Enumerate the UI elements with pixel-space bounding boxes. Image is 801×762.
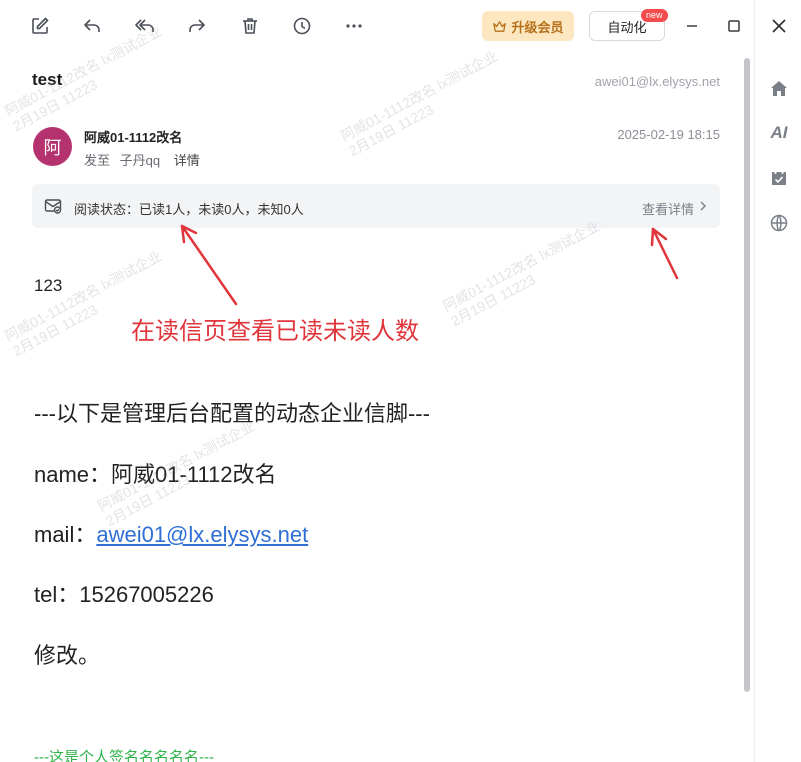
ai-label: AI — [770, 123, 788, 142]
arrowhead-view-details — [650, 227, 668, 247]
minimize-icon[interactable] — [680, 14, 704, 38]
upgrade-label: 升级会员 — [511, 19, 564, 35]
annotation-text: 在读信页查看已读未读人数 — [131, 317, 419, 345]
edit-icon[interactable] — [28, 14, 52, 38]
email-date: 2025-02-19 18:15 — [617, 127, 720, 142]
arrow-to-read-status — [180, 224, 238, 306]
mail-label: mail： — [34, 522, 97, 547]
read-receipt-icon — [44, 197, 62, 215]
scrollbar[interactable] — [744, 58, 750, 692]
recipient-name[interactable]: 子丹qq — [120, 153, 160, 168]
recipients-line: 发至 子丹qq 详情 — [84, 150, 200, 169]
chevron-right-icon[interactable] — [698, 199, 708, 213]
avatar-initial: 阿 — [43, 137, 62, 158]
arrow-to-view-details — [651, 227, 679, 280]
signature-name: name：阿威01-1112改名 — [34, 457, 277, 489]
tel-label: tel： — [34, 582, 80, 607]
reply-all-icon[interactable] — [133, 14, 157, 38]
globe-icon[interactable] — [768, 212, 790, 234]
clock-icon[interactable] — [290, 14, 314, 38]
watermark: 阿威01-1112改名 lx测试企业 2月19日 11223 — [2, 22, 165, 135]
ai-icon[interactable]: AI — [768, 122, 790, 144]
maximize-icon[interactable] — [722, 14, 746, 38]
arrowhead-read-status — [180, 224, 198, 244]
mailbox-address: awei01@lx.elysys.net — [594, 74, 720, 89]
signature-tel: tel：15267005226 — [34, 577, 214, 609]
reply-icon[interactable] — [80, 14, 104, 38]
read-status-bar: 阅读状态：已读1人，未读0人，未知0人 查看详情 — [32, 184, 720, 228]
automation-label: 自动化 — [607, 19, 647, 35]
mail-reader: 升级会员 自动化 new test awei01@lx.elysys.net 阿… — [0, 0, 754, 762]
signature-mail: mail：awei01@lx.elysys.net — [34, 517, 308, 549]
forward-icon[interactable] — [185, 14, 209, 38]
details-link[interactable]: 详情 — [174, 153, 200, 168]
mail-link[interactable]: awei01@lx.elysys.net — [96, 522, 308, 547]
delete-icon[interactable] — [238, 14, 262, 38]
signature-header: ---以下是管理后台配置的动态企业信脚--- — [34, 401, 430, 426]
annotation-arrows — [180, 224, 679, 306]
sender-name[interactable]: 阿威01-1112改名 — [84, 127, 182, 146]
name-value: 阿威01-1112改名 — [111, 462, 277, 487]
right-sidebar: AI — [754, 0, 801, 762]
read-status-text: 阅读状态：已读1人，未读0人，未知0人 — [74, 202, 304, 217]
home-icon[interactable] — [768, 78, 790, 100]
email-subject: test — [32, 70, 63, 89]
watermark: 阿威01-1112改名 lx测试企业 2月19日 11223 — [440, 217, 603, 330]
more-icon[interactable] — [342, 14, 366, 38]
view-details-link[interactable]: 查看详情 — [642, 199, 694, 218]
close-icon[interactable] — [768, 15, 790, 37]
calendar-icon[interactable] — [768, 167, 790, 189]
watermark: 阿威01-1112改名 lx测试企业 2月19日 11223 — [338, 47, 501, 160]
new-badge: new — [641, 9, 668, 22]
to-label: 发至 — [84, 153, 111, 168]
name-label: name： — [34, 462, 112, 487]
upgrade-vip-button[interactable]: 升级会员 — [482, 11, 574, 41]
tel-value: 15267005226 — [79, 582, 214, 607]
sender-avatar[interactable]: 阿 — [33, 127, 72, 166]
signature-modified: 修改。 — [34, 643, 101, 668]
body-text: 123 — [34, 276, 63, 295]
personal-signature: ---这是个人签名名名名名--- — [34, 749, 214, 762]
crown-icon — [492, 19, 507, 34]
